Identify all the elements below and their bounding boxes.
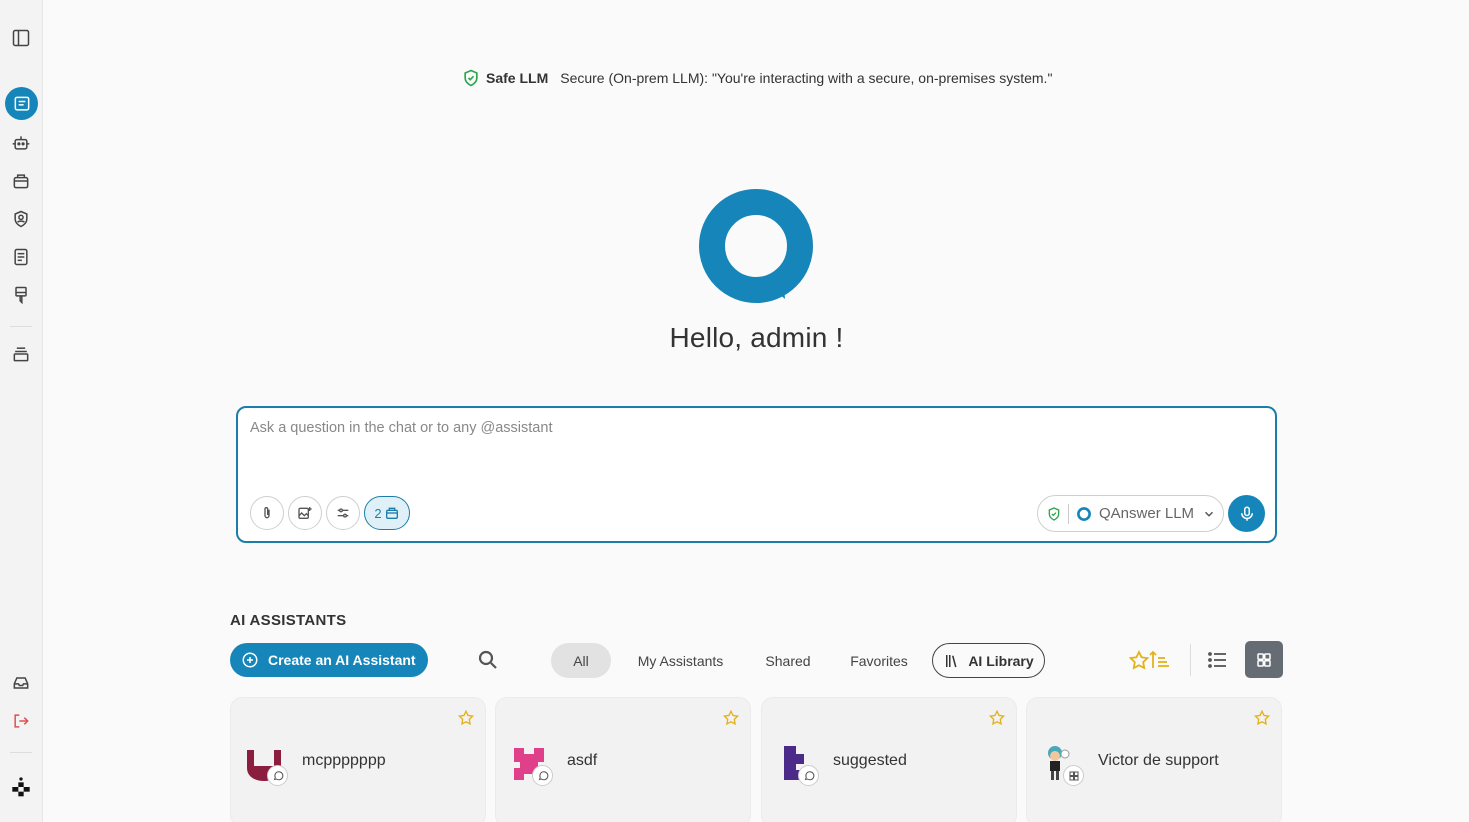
ai-library-label: AI Library: [968, 652, 1034, 669]
grid-icon: [1255, 651, 1273, 669]
star-icon[interactable]: [1253, 709, 1271, 727]
assistant-card[interactable]: suggested: [761, 697, 1017, 822]
assistant-name: suggested: [833, 752, 907, 769]
safe-llm-banner: Safe LLM Secure (On-prem LLM): "You're i…: [461, 68, 1052, 88]
create-assistant-label: Create an AI Assistant: [268, 652, 416, 668]
section-title: AI ASSISTANTS: [230, 612, 347, 629]
briefcase-icon[interactable]: [9, 169, 33, 193]
attach-button[interactable]: [250, 496, 284, 530]
sliders-icon: [335, 505, 351, 521]
shield-check-icon: [1046, 506, 1062, 522]
star-icon[interactable]: [988, 709, 1006, 727]
assistant-card[interactable]: asdf: [495, 697, 751, 822]
filter-shared[interactable]: Shared: [757, 643, 819, 678]
microphone-icon: [1238, 505, 1256, 523]
image-plus-icon: [297, 505, 313, 521]
chat-bubble-icon: [798, 765, 819, 786]
sidebar: [0, 0, 43, 822]
filter-my-assistants[interactable]: My Assistants: [628, 643, 733, 678]
assistant-name: Victor de support: [1098, 752, 1219, 769]
sort-favorites-button[interactable]: [1128, 648, 1171, 672]
brush-icon[interactable]: [9, 283, 33, 307]
app-logo-icon[interactable]: [6, 772, 36, 802]
sidebar-toggle-icon[interactable]: [9, 26, 33, 50]
assistant-name: asdf: [567, 752, 598, 769]
robot-icon[interactable]: [9, 131, 33, 155]
star-icon[interactable]: [722, 709, 740, 727]
greeting: Hello, admin !: [669, 322, 844, 353]
assistant-card[interactable]: Victor de support: [1026, 697, 1282, 822]
model-name: QAnswer LLM: [1099, 505, 1195, 522]
create-assistant-button[interactable]: Create an AI Assistant: [230, 643, 428, 677]
add-image-button[interactable]: [288, 496, 322, 530]
paperclip-icon: [259, 505, 275, 521]
chat-bubble-icon: [532, 765, 553, 786]
star-icon[interactable]: [457, 709, 475, 727]
shield-check-icon: [461, 68, 481, 88]
chat-bubble-icon: [267, 765, 288, 786]
shield-user-icon[interactable]: [9, 207, 33, 231]
inbox-icon[interactable]: [9, 671, 33, 695]
model-selector[interactable]: QAnswer LLM: [1037, 495, 1224, 532]
briefcase-icon: [384, 505, 400, 521]
list-view-icon[interactable]: [1206, 648, 1230, 672]
qanswer-small-logo-icon: [1075, 505, 1093, 523]
banner-message: Secure (On-prem LLM): "You're interactin…: [560, 70, 1053, 86]
logout-icon[interactable]: [9, 709, 33, 733]
grid-icon: [1063, 765, 1084, 786]
sidebar-divider: [10, 752, 32, 753]
banner-title: Safe LLM: [486, 70, 549, 86]
tools-count: 2: [374, 505, 382, 521]
assistant-name: mcppppppp: [302, 752, 386, 769]
document-icon[interactable]: [9, 245, 33, 269]
library-icon: [943, 652, 968, 670]
ai-library-button[interactable]: AI Library: [932, 643, 1045, 678]
chat-box: 2 QAnswer LLM: [236, 406, 1277, 543]
search-icon[interactable]: [476, 648, 500, 672]
tools-count-button[interactable]: 2: [364, 496, 410, 530]
filter-all[interactable]: All: [551, 643, 611, 678]
plus-circle-icon: [241, 651, 268, 669]
chevron-down-icon: [1202, 507, 1216, 521]
toolbar-divider: [1190, 644, 1191, 676]
chat-input[interactable]: [250, 420, 1250, 436]
chat-icon[interactable]: [5, 87, 38, 120]
grid-view-button[interactable]: [1245, 641, 1283, 678]
qanswer-logo: [699, 189, 815, 305]
filter-favorites[interactable]: Favorites: [842, 643, 916, 678]
settings-button[interactable]: [326, 496, 360, 530]
assistant-card[interactable]: mcppppppp: [230, 697, 486, 822]
microphone-button[interactable]: [1228, 495, 1265, 532]
